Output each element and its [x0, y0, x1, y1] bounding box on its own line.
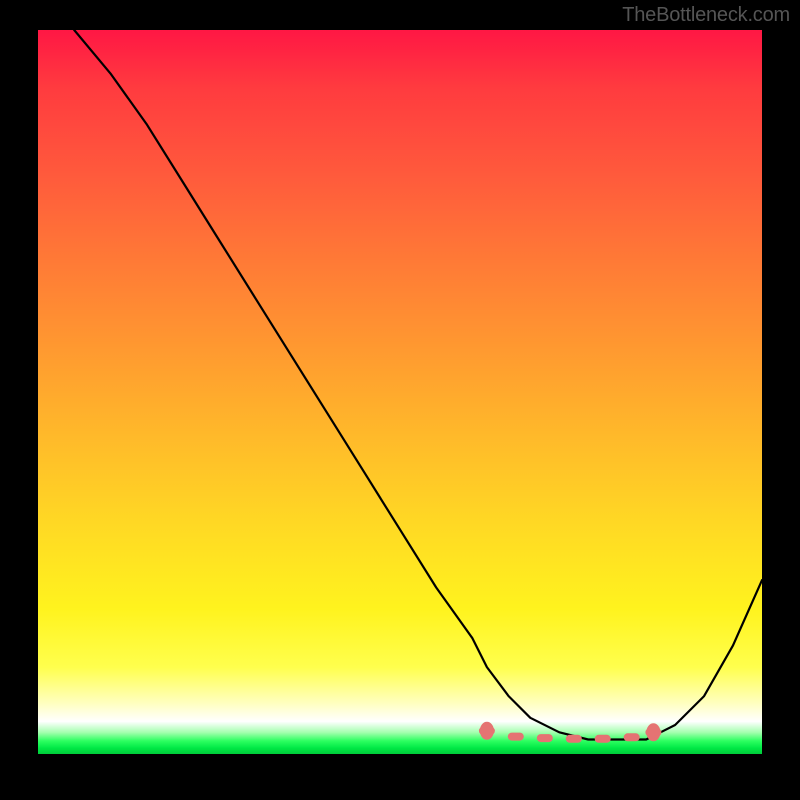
optimal-marker [566, 735, 582, 743]
plot-area [38, 30, 762, 754]
bottleneck-curve [74, 30, 762, 740]
watermark-text: TheBottleneck.com [622, 4, 790, 27]
optimal-marker [624, 733, 640, 741]
optimal-marker [508, 733, 524, 741]
chart-svg [38, 30, 762, 754]
chart-container: TheBottleneck.com [0, 0, 800, 800]
optimal-markers [479, 722, 662, 743]
optimal-marker-cap [646, 723, 660, 741]
optimal-marker [537, 734, 553, 742]
optimal-marker-cap [480, 722, 494, 740]
optimal-marker [595, 735, 611, 743]
